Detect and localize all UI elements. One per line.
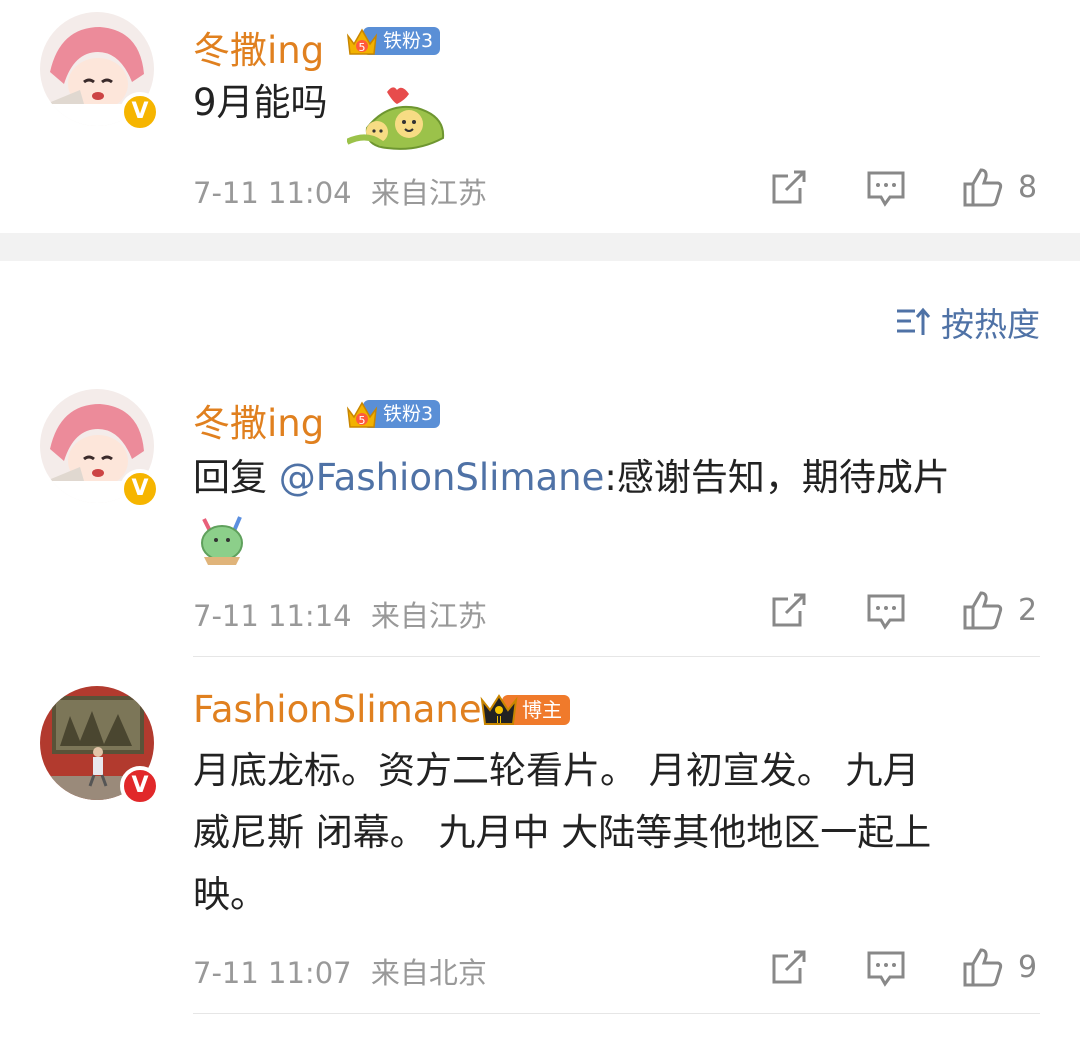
verified-badge-icon: V xyxy=(120,92,160,132)
comment-button[interactable] xyxy=(866,593,906,631)
comment-icon xyxy=(867,951,905,987)
section-divider xyxy=(0,233,1080,261)
verified-badge-icon: V xyxy=(120,766,160,806)
like-count: 8 xyxy=(1018,169,1038,205)
share-button[interactable] xyxy=(770,591,808,629)
username[interactable]: 冬撒ing xyxy=(193,20,324,74)
share-icon xyxy=(772,593,806,627)
sort-label: 按热度 xyxy=(941,305,1040,344)
sort-icon xyxy=(897,307,931,335)
thumbs-up-icon xyxy=(963,168,1003,207)
divider-line xyxy=(193,1013,1040,1014)
like-button[interactable]: 2 xyxy=(962,589,1037,631)
avatar[interactable]: V xyxy=(40,686,160,806)
zongzi-sticker-icon xyxy=(347,87,445,150)
thumbs-up-icon xyxy=(963,591,1003,630)
like-count: 2 xyxy=(1018,592,1038,628)
comment-meta: 7-11 11:14 来自江苏 xyxy=(193,593,487,635)
comment-text: 回复 @FashionSlimane:感谢告知，期待成片 xyxy=(193,447,950,509)
comment-text: 月底龙标。资方二轮看片。 月初宣发。 九月 威尼斯 闭幕。 九月中 大陆等其他地… xyxy=(193,740,1043,926)
thumbs-up-icon xyxy=(963,948,1003,987)
share-button[interactable] xyxy=(770,948,808,986)
svg-text:II: II xyxy=(496,715,502,726)
comment-icon xyxy=(867,594,905,630)
crown-icon: II xyxy=(480,694,518,726)
timestamp: 7-11 11:14 xyxy=(193,599,352,633)
crown-fan-icon: 5 xyxy=(346,28,378,55)
like-button[interactable]: 9 xyxy=(962,946,1037,988)
comment-meta: 7-11 11:04 来自江苏 xyxy=(193,170,487,212)
like-count: 9 xyxy=(1018,949,1038,985)
fan-badge[interactable]: 5 铁粉3 xyxy=(345,24,441,58)
timestamp: 7-11 11:07 xyxy=(193,956,352,990)
blogger-badge[interactable]: II 博主 xyxy=(480,692,570,728)
username[interactable]: FashionSlimane xyxy=(193,688,482,731)
username[interactable]: 冬撒ing xyxy=(193,393,324,447)
location: 来自江苏 xyxy=(370,599,487,633)
divider-line xyxy=(193,656,1040,657)
comment-text-line: 威尼斯 闭幕。 九月中 大陆等其他地区一起上 xyxy=(193,811,932,854)
cactus-sticker-icon xyxy=(201,516,243,565)
comment-text: 9月能吗 xyxy=(193,81,328,124)
svg-text:5: 5 xyxy=(359,414,366,427)
comment-text-line: 月底龙标。资方二轮看片。 月初宣发。 九月 xyxy=(193,749,920,792)
reply-body: :感谢告知，期待成片 xyxy=(604,456,950,499)
avatar[interactable]: V xyxy=(40,12,160,132)
crown-fan-icon: 5 xyxy=(346,401,378,428)
comment-button[interactable] xyxy=(866,950,906,988)
share-button[interactable] xyxy=(770,168,808,206)
location: 来自江苏 xyxy=(370,176,487,210)
svg-text:5: 5 xyxy=(359,41,366,54)
avatar[interactable]: V xyxy=(40,389,160,509)
sort-button[interactable]: 按热度 xyxy=(895,298,1040,346)
comment-text-line: 映。 xyxy=(193,873,267,916)
share-icon xyxy=(772,170,806,204)
comment-icon xyxy=(867,171,905,207)
location: 来自北京 xyxy=(370,956,487,990)
verified-badge-icon: V xyxy=(120,469,160,509)
timestamp: 7-11 11:04 xyxy=(193,176,352,210)
comment-button[interactable] xyxy=(866,170,906,208)
mention-link[interactable]: @FashionSlimane xyxy=(279,456,605,499)
share-icon xyxy=(772,950,806,984)
comment-meta: 7-11 11:07 来自北京 xyxy=(193,950,487,992)
reply-prefix: 回复 xyxy=(193,456,279,499)
like-button[interactable]: 8 xyxy=(962,166,1037,208)
fan-badge[interactable]: 5 铁粉3 xyxy=(345,397,441,431)
